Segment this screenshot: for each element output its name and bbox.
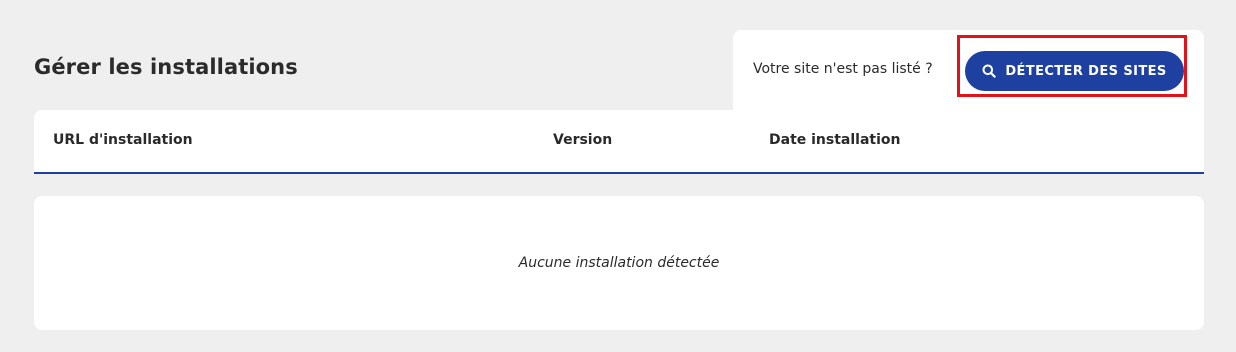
column-header-version[interactable]: Version — [553, 132, 612, 148]
page-title: Gérer les installations — [34, 55, 298, 79]
installations-table-header: URL d'installation Version Date installa… — [34, 110, 1204, 174]
empty-state-message: Aucune installation détectée — [518, 255, 720, 271]
column-header-date[interactable]: Date installation — [769, 132, 901, 148]
site-not-listed-prompt: Votre site n'est pas listé ? — [753, 61, 933, 77]
detect-sites-button-label: DÉTECTER DES SITES — [1005, 63, 1167, 79]
installations-table-body: Aucune installation détectée — [34, 196, 1204, 330]
column-header-url[interactable]: URL d'installation — [53, 132, 193, 148]
search-icon — [982, 64, 997, 78]
detect-sites-button[interactable]: DÉTECTER DES SITES — [965, 51, 1184, 91]
